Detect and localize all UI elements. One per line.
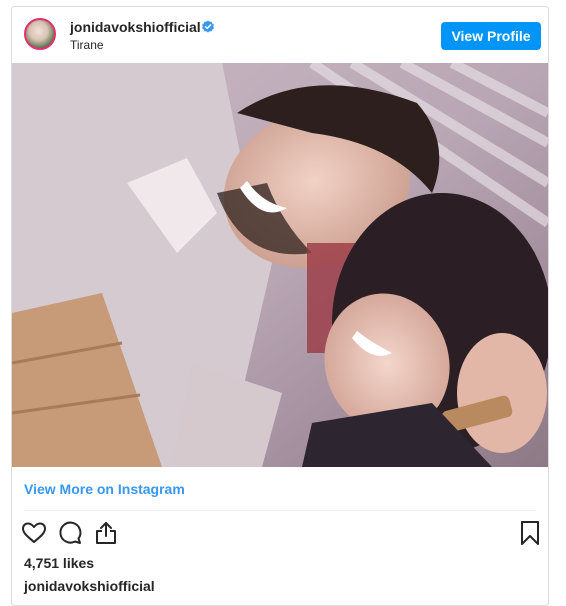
comment-icon[interactable] — [57, 520, 83, 546]
view-more-link[interactable]: View More on Instagram — [24, 481, 185, 497]
view-profile-button[interactable]: View Profile — [441, 22, 541, 50]
instagram-embed-card: jonidavokshiofficial Tirane View Profile — [11, 6, 549, 606]
share-icon[interactable] — [93, 520, 119, 546]
divider — [24, 510, 536, 511]
likes-count[interactable]: 4,751 likes — [24, 555, 94, 571]
avatar[interactable] — [24, 18, 56, 50]
verified-badge-icon — [202, 20, 214, 33]
post-photo[interactable] — [12, 63, 548, 467]
location-link[interactable]: Tirane — [70, 38, 104, 52]
bookmark-icon[interactable] — [517, 520, 543, 546]
username-link[interactable]: jonidavokshiofficial — [70, 19, 201, 35]
heart-icon[interactable] — [21, 520, 47, 546]
post-header: jonidavokshiofficial Tirane View Profile — [12, 7, 548, 63]
photo-image — [12, 63, 548, 467]
caption-username[interactable]: jonidavokshiofficial — [24, 578, 155, 594]
